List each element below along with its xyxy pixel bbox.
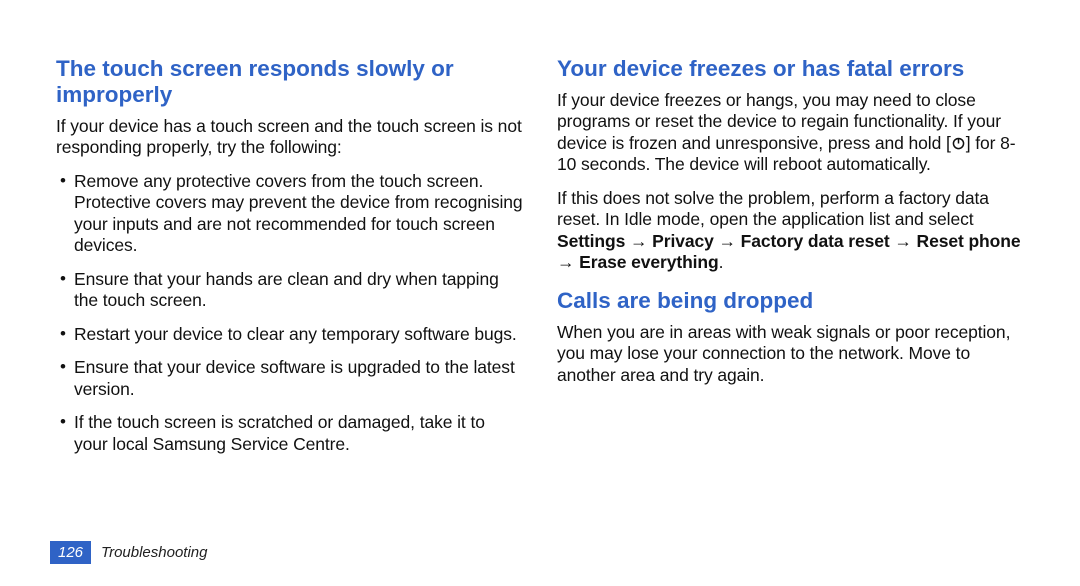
power-icon bbox=[951, 136, 966, 151]
heading-freezes: Your device freezes or has fatal errors bbox=[557, 56, 1024, 82]
touchscreen-bullets: Remove any protective covers from the to… bbox=[56, 171, 523, 456]
text: If your device freezes or hangs, you may… bbox=[557, 90, 1001, 153]
list-item: Remove any protective covers from the to… bbox=[56, 171, 523, 257]
heading-touchscreen: The touch screen responds slowly or impr… bbox=[56, 56, 523, 108]
freezes-para2: If this does not solve the problem, perf… bbox=[557, 188, 1024, 274]
page-footer: 126 Troubleshooting bbox=[50, 541, 208, 564]
freezes-para1: If your device freezes or hangs, you may… bbox=[557, 90, 1024, 176]
heading-calls-dropped: Calls are being dropped bbox=[557, 288, 1024, 314]
text: If this does not solve the problem, perf… bbox=[557, 188, 989, 230]
list-item: If the touch screen is scratched or dama… bbox=[56, 412, 523, 455]
two-column-layout: The touch screen responds slowly or impr… bbox=[56, 56, 1024, 467]
list-item: Ensure that your device software is upgr… bbox=[56, 357, 523, 400]
list-item: Ensure that your hands are clean and dry… bbox=[56, 269, 523, 312]
page-number: 126 bbox=[50, 541, 91, 564]
text: . bbox=[719, 252, 724, 272]
list-item: Restart your device to clear any tempora… bbox=[56, 324, 523, 346]
manual-page: The touch screen responds slowly or impr… bbox=[0, 0, 1080, 586]
left-column: The touch screen responds slowly or impr… bbox=[56, 56, 523, 467]
section-name: Troubleshooting bbox=[101, 544, 207, 561]
settings-path: Settings → Privacy → Factory data reset … bbox=[557, 231, 1020, 273]
intro-touchscreen: If your device has a touch screen and th… bbox=[56, 116, 523, 159]
right-column: Your device freezes or has fatal errors … bbox=[557, 56, 1024, 467]
calls-dropped-para: When you are in areas with weak signals … bbox=[557, 322, 1024, 387]
